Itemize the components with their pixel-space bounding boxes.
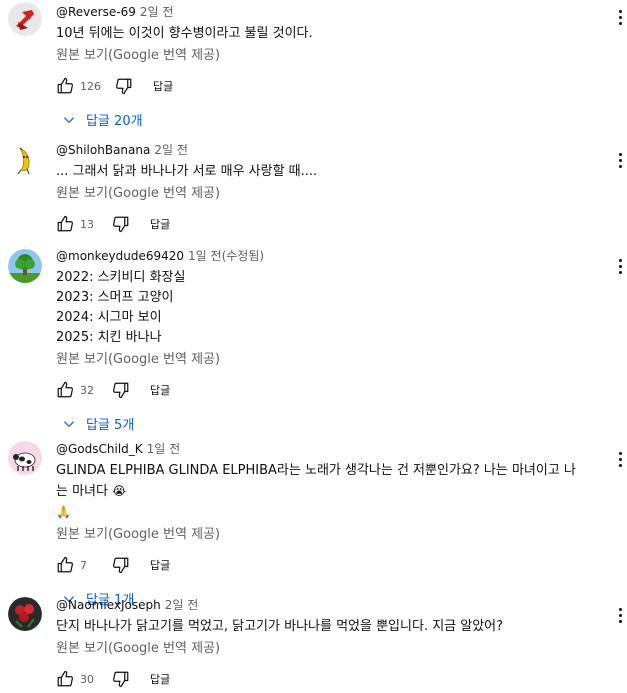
timestamp[interactable]: 2일 전 bbox=[140, 5, 174, 19]
more-options-icon[interactable] bbox=[619, 153, 623, 171]
replies-count: 답글 5개 bbox=[86, 418, 135, 433]
tree-icon bbox=[8, 249, 42, 283]
thumbs-down-icon[interactable] bbox=[112, 381, 130, 399]
crying-emoji: 😭 bbox=[112, 484, 127, 498]
see-original-link[interactable]: 원본 보기(Google 번역 제공) bbox=[56, 350, 587, 370]
see-original-link[interactable]: 원본 보기(Google 번역 제공) bbox=[56, 639, 587, 659]
timestamp[interactable]: 2일 전 bbox=[165, 598, 199, 612]
author-handle[interactable]: @NaomiexJoseph bbox=[56, 598, 161, 612]
thumbs-up-icon[interactable] bbox=[56, 77, 74, 95]
red-arrow-logo-icon bbox=[8, 2, 42, 36]
comment-text: ... 그래서 닭과 바나나가 서로 매우 사랑할 때.... bbox=[56, 164, 318, 179]
reply-button[interactable]: 답글 bbox=[150, 671, 170, 687]
more-options-icon[interactable] bbox=[619, 259, 623, 277]
see-original-link[interactable]: 원본 보기(Google 번역 제공) bbox=[56, 46, 587, 66]
view-replies-button[interactable]: 답글 5개 bbox=[56, 414, 587, 433]
view-replies-button[interactable]: 답글 20개 bbox=[56, 110, 587, 129]
replies-count: 답글 20개 bbox=[86, 114, 143, 129]
avatar[interactable] bbox=[8, 2, 42, 36]
pray-emoji: 🙏 bbox=[56, 505, 71, 519]
cow-icon bbox=[8, 441, 42, 475]
avatar[interactable] bbox=[8, 249, 42, 283]
roses-icon bbox=[8, 597, 42, 631]
more-options-icon[interactable] bbox=[619, 608, 623, 626]
comment-text: 단지 바나나가 닭고기를 먹었고, 닭고기가 바나나를 먹었을 뿐입니다. 지금… bbox=[56, 619, 504, 634]
more-options-icon[interactable] bbox=[619, 10, 623, 28]
comment-text-body: GLINDA ELPHIBA GLINDA ELPHIBA라는 노래가 생각나는… bbox=[56, 463, 576, 499]
comment-text: 10년 뒤에는 이것이 향수병이라고 불릴 것이다. bbox=[56, 26, 313, 41]
timestamp[interactable]: 1일 전 bbox=[147, 442, 181, 456]
reply-button[interactable]: 답글 bbox=[150, 382, 170, 398]
comment-text: 2022: 스키비디 화장실 2023: 스머프 고양이 2024: 시그마 보… bbox=[56, 270, 186, 345]
thumbs-down-icon[interactable] bbox=[112, 215, 130, 233]
avatar[interactable] bbox=[8, 441, 42, 475]
banana-icon bbox=[8, 143, 42, 177]
see-original-link[interactable]: 원본 보기(Google 번역 제공) bbox=[56, 525, 587, 545]
thumbs-down-icon[interactable] bbox=[112, 556, 130, 574]
chevron-down-icon bbox=[63, 420, 75, 427]
reply-button[interactable]: 답글 bbox=[150, 557, 170, 573]
author-handle[interactable]: @GodsChild_K bbox=[56, 442, 143, 456]
more-options-icon[interactable] bbox=[619, 452, 623, 470]
like-count: 126 bbox=[80, 79, 101, 93]
reply-button[interactable]: 답글 bbox=[150, 216, 170, 232]
like-count: 30 bbox=[80, 672, 94, 686]
timestamp[interactable]: 1일 전(수정됨) bbox=[188, 249, 264, 263]
reply-button[interactable]: 답글 bbox=[153, 78, 173, 94]
author-handle[interactable]: @monkeydude69420 bbox=[56, 249, 184, 263]
avatar[interactable] bbox=[8, 143, 42, 177]
thumbs-down-icon[interactable] bbox=[115, 77, 133, 95]
like-count: 32 bbox=[80, 383, 94, 397]
thumbs-down-icon[interactable] bbox=[112, 670, 130, 688]
chevron-down-icon bbox=[63, 116, 75, 123]
like-count: 7 bbox=[80, 558, 87, 572]
avatar[interactable] bbox=[8, 597, 42, 631]
thumbs-up-icon[interactable] bbox=[56, 670, 74, 688]
comment-text: GLINDA ELPHIBA GLINDA ELPHIBA라는 노래가 생각나는… bbox=[56, 461, 587, 523]
thumbs-up-icon[interactable] bbox=[56, 215, 74, 233]
see-original-link[interactable]: 원본 보기(Google 번역 제공) bbox=[56, 184, 587, 204]
like-count: 13 bbox=[80, 217, 94, 231]
thumbs-up-icon[interactable] bbox=[56, 556, 74, 574]
author-handle[interactable]: @Reverse-69 bbox=[56, 5, 136, 19]
author-handle[interactable]: @ShilohBanana bbox=[56, 143, 150, 157]
thumbs-up-icon[interactable] bbox=[56, 381, 74, 399]
timestamp[interactable]: 2일 전 bbox=[154, 143, 188, 157]
